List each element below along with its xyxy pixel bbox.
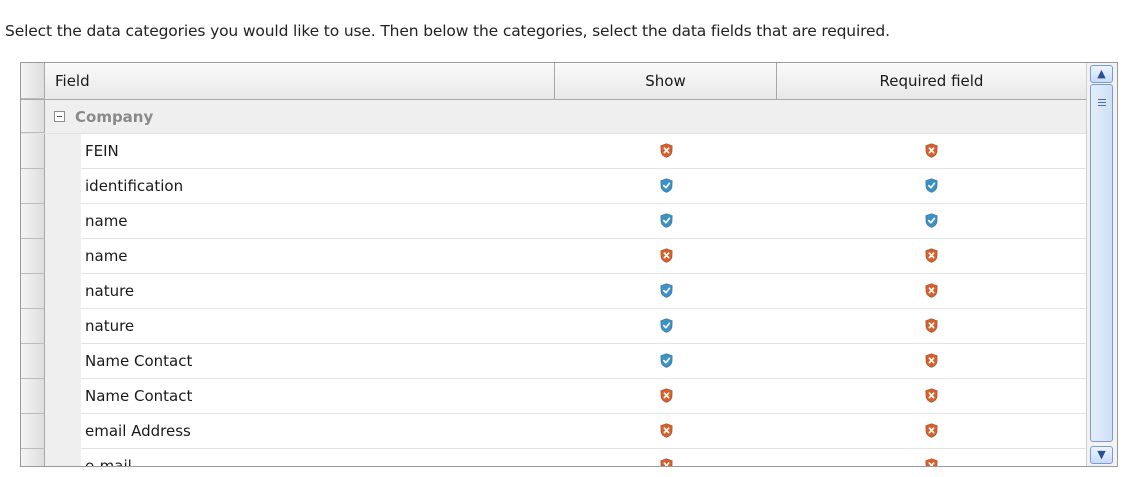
column-header-required[interactable]: Required field bbox=[777, 63, 1086, 100]
table-row[interactable]: Name Contact bbox=[21, 379, 1086, 414]
shield-x-icon[interactable] bbox=[925, 142, 938, 160]
shield-x-icon[interactable] bbox=[925, 282, 938, 300]
field-name-cell: identification bbox=[85, 177, 184, 195]
field-name-cell: e-mail bbox=[85, 457, 132, 466]
field-name-cell: nature bbox=[85, 317, 135, 335]
grid-header: Field Show Required field bbox=[21, 63, 1086, 100]
show-toggle-cell[interactable] bbox=[555, 134, 777, 169]
required-toggle-cell[interactable] bbox=[777, 274, 1086, 309]
field-name-cell: FEIN bbox=[85, 142, 119, 160]
shield-check-icon[interactable] bbox=[659, 317, 673, 335]
vertical-scrollbar[interactable]: ▲ ▼ bbox=[1086, 63, 1117, 466]
scroll-track[interactable] bbox=[1090, 84, 1113, 445]
required-toggle-cell[interactable] bbox=[777, 134, 1086, 169]
table-row[interactable]: e-mail bbox=[21, 449, 1086, 466]
row-selector[interactable] bbox=[21, 274, 45, 309]
field-name-cell: name bbox=[85, 247, 128, 265]
row-selector[interactable] bbox=[21, 169, 45, 204]
required-toggle-cell[interactable] bbox=[777, 379, 1086, 414]
table-row[interactable]: Name Contact bbox=[21, 344, 1086, 379]
row-selector[interactable] bbox=[21, 134, 45, 169]
row-indent bbox=[45, 309, 81, 344]
header-row-selector[interactable] bbox=[21, 63, 45, 99]
row-indent bbox=[45, 134, 81, 169]
show-toggle-cell[interactable] bbox=[555, 239, 777, 274]
field-name-cell: nature bbox=[85, 282, 135, 300]
required-toggle-cell[interactable] bbox=[777, 414, 1086, 449]
required-toggle-cell[interactable] bbox=[777, 344, 1086, 379]
group-label: Company bbox=[75, 108, 154, 126]
scroll-up-button[interactable]: ▲ bbox=[1090, 65, 1113, 83]
row-selector[interactable] bbox=[21, 379, 45, 414]
shield-x-icon[interactable] bbox=[659, 142, 673, 160]
row-indent bbox=[45, 169, 81, 204]
column-header-show[interactable]: Show bbox=[555, 63, 777, 100]
shield-check-icon[interactable] bbox=[659, 212, 673, 230]
required-toggle-cell[interactable] bbox=[777, 309, 1086, 344]
required-toggle-cell[interactable] bbox=[777, 204, 1086, 239]
grid-body: Field Show Required field Company FEIN id… bbox=[21, 63, 1086, 466]
scroll-down-button[interactable]: ▼ bbox=[1090, 446, 1113, 464]
shield-check-icon[interactable] bbox=[659, 282, 673, 300]
show-toggle-cell[interactable] bbox=[555, 344, 777, 379]
shield-x-icon[interactable] bbox=[925, 387, 938, 405]
row-indent bbox=[45, 379, 81, 414]
show-toggle-cell[interactable] bbox=[555, 309, 777, 344]
table-row[interactable]: nature bbox=[21, 309, 1086, 344]
row-indent bbox=[45, 239, 81, 274]
show-toggle-cell[interactable] bbox=[555, 204, 777, 239]
row-selector[interactable] bbox=[21, 344, 45, 379]
row-selector[interactable] bbox=[21, 309, 45, 344]
column-header-field[interactable]: Field bbox=[45, 63, 555, 100]
data-fields-grid: Field Show Required field Company FEIN id… bbox=[20, 62, 1118, 467]
show-toggle-cell[interactable] bbox=[555, 169, 777, 204]
row-selector[interactable] bbox=[21, 449, 45, 466]
row-indent bbox=[45, 204, 81, 239]
row-selector[interactable] bbox=[21, 239, 45, 274]
field-name-cell: name bbox=[85, 212, 128, 230]
required-toggle-cell[interactable] bbox=[777, 239, 1086, 274]
shield-x-icon[interactable] bbox=[659, 387, 673, 405]
show-toggle-cell[interactable] bbox=[555, 274, 777, 309]
table-row[interactable]: name bbox=[21, 239, 1086, 274]
row-indent bbox=[45, 449, 81, 466]
row-indent bbox=[45, 274, 81, 309]
required-toggle-cell[interactable] bbox=[777, 449, 1086, 466]
show-toggle-cell[interactable] bbox=[555, 379, 777, 414]
row-selector[interactable] bbox=[21, 100, 45, 133]
row-selector[interactable] bbox=[21, 204, 45, 239]
table-row[interactable]: FEIN bbox=[21, 134, 1086, 169]
shield-check-icon[interactable] bbox=[925, 177, 938, 195]
table-row[interactable]: email Address bbox=[21, 414, 1086, 449]
row-indent bbox=[45, 414, 81, 449]
shield-x-icon[interactable] bbox=[659, 247, 673, 265]
shield-x-icon[interactable] bbox=[659, 457, 673, 466]
required-toggle-cell[interactable] bbox=[777, 169, 1086, 204]
instruction-text: Select the data categories you would lik… bbox=[5, 22, 890, 40]
row-selector[interactable] bbox=[21, 414, 45, 449]
table-row[interactable]: nature bbox=[21, 274, 1086, 309]
scroll-thumb[interactable] bbox=[1090, 84, 1113, 442]
field-name-cell: Name Contact bbox=[85, 352, 193, 370]
shield-x-icon[interactable] bbox=[925, 352, 938, 370]
shield-x-icon[interactable] bbox=[659, 422, 673, 440]
show-toggle-cell[interactable] bbox=[555, 414, 777, 449]
shield-x-icon[interactable] bbox=[925, 422, 938, 440]
shield-x-icon[interactable] bbox=[925, 457, 938, 466]
field-name-cell: email Address bbox=[85, 422, 191, 440]
shield-check-icon[interactable] bbox=[659, 352, 673, 370]
field-name-cell: Name Contact bbox=[85, 387, 193, 405]
table-row[interactable]: identification bbox=[21, 169, 1086, 204]
row-indent bbox=[45, 344, 81, 379]
table-row[interactable]: name bbox=[21, 204, 1086, 239]
shield-x-icon[interactable] bbox=[925, 317, 938, 335]
grip-icon bbox=[1098, 99, 1106, 108]
shield-check-icon[interactable] bbox=[925, 212, 938, 230]
shield-x-icon[interactable] bbox=[925, 247, 938, 265]
shield-check-icon[interactable] bbox=[659, 177, 673, 195]
show-toggle-cell[interactable] bbox=[555, 449, 777, 466]
group-row-company[interactable]: Company bbox=[21, 100, 1086, 134]
collapse-icon[interactable] bbox=[54, 111, 65, 122]
